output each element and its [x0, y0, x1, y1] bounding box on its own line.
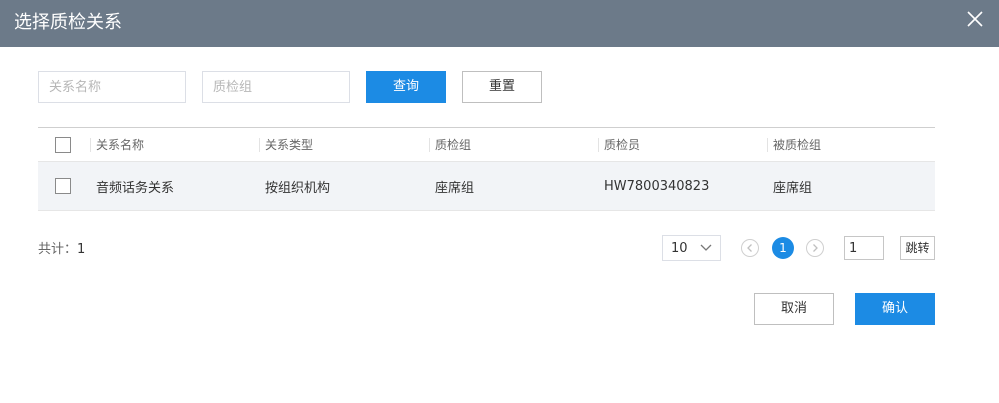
total-count: 共计：1	[38, 238, 85, 257]
cell-inspector: HW7800340823	[604, 178, 710, 194]
column-header-group: 质检组	[428, 128, 471, 161]
reset-button[interactable]: 重置	[462, 71, 542, 103]
prev-page-icon[interactable]	[741, 239, 759, 257]
query-button[interactable]: 查询	[366, 71, 446, 103]
next-page-icon[interactable]	[806, 239, 824, 257]
column-header-type: 关系类型	[258, 128, 313, 161]
page-size-value: 10	[671, 240, 688, 256]
total-label: 共计：	[38, 242, 78, 257]
total-value: 1	[77, 242, 86, 257]
table-header: 关系名称 关系类型 质检组 质检员 被质检组	[38, 127, 935, 161]
quality-group-input[interactable]	[202, 71, 350, 103]
column-header-name: 关系名称	[89, 128, 144, 161]
cell-inspected-group: 座席组	[773, 180, 813, 196]
dialog-header: 选择质检关系	[0, 0, 999, 47]
cell-relation-type: 按组织机构	[265, 180, 331, 196]
dialog-title: 选择质检关系	[14, 12, 122, 33]
column-header-inspector: 质检员	[597, 128, 640, 161]
cell-quality-group: 座席组	[435, 180, 475, 196]
relation-name-input[interactable]	[38, 71, 186, 103]
page-size-select[interactable]: 10	[662, 235, 721, 261]
close-icon[interactable]	[965, 9, 985, 29]
cancel-button[interactable]: 取消	[754, 293, 834, 325]
column-header-inspected-group: 被质检组	[766, 128, 821, 161]
jump-page-input[interactable]	[844, 236, 884, 260]
confirm-button[interactable]: 确认	[855, 293, 935, 325]
select-all-checkbox[interactable]	[55, 136, 71, 153]
relations-table: 关系名称 关系类型 质检组 质检员 被质检组 音频话务关系 按组织机构 座席组 …	[38, 127, 935, 211]
page-1-button[interactable]: 1	[772, 237, 794, 259]
cell-relation-name: 音频话务关系	[96, 180, 175, 196]
row-checkbox[interactable]	[55, 178, 71, 194]
table-row[interactable]: 音频话务关系 按组织机构 座席组 HW7800340823 座席组	[38, 161, 935, 211]
jump-button[interactable]: 跳转	[900, 236, 935, 260]
chevron-down-icon	[700, 244, 712, 252]
